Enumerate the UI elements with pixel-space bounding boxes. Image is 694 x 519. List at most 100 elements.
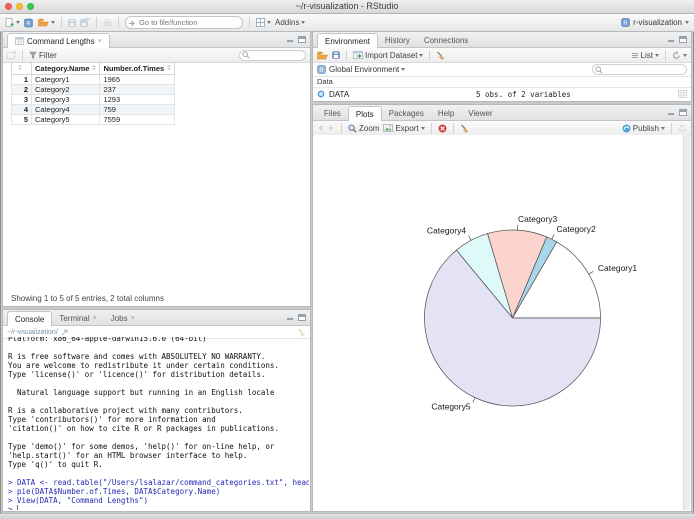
pie-label-tick (469, 236, 472, 241)
tab-command-lengths[interactable]: Command Lengths × (7, 33, 110, 48)
panes-grid-icon (256, 18, 265, 27)
panes-layout-button[interactable] (256, 18, 271, 27)
toolbar-separator (346, 50, 347, 61)
plot-scroll-gutter[interactable] (683, 135, 690, 510)
remove-plot-button[interactable] (438, 124, 447, 133)
tab-files[interactable]: Files (317, 107, 348, 120)
project-menu-button[interactable]: R r-visualization (621, 18, 689, 27)
console-line: Type 'demo()' for some demos, 'help()' f… (8, 442, 305, 451)
row-number: 2 (12, 85, 32, 95)
maximize-pane-button[interactable] (679, 36, 687, 43)
tab-connections[interactable]: Connections (417, 34, 475, 47)
save-all-button[interactable] (80, 18, 90, 27)
load-workspace-button[interactable] (317, 51, 328, 60)
maximize-pane-button[interactable] (298, 36, 306, 43)
column-header-times[interactable]: Number.of.Times (100, 63, 175, 75)
publish-button[interactable]: Publish (622, 124, 665, 133)
tab-viewer[interactable]: Viewer (461, 107, 499, 120)
environment-object-row[interactable]: DATA 5 obs. of 2 variables (313, 88, 691, 100)
clear-all-plots-button[interactable] (460, 124, 469, 133)
clear-environment-button[interactable] (436, 51, 445, 60)
table-row[interactable]: 3Category31293 (12, 95, 175, 105)
minimize-pane-button[interactable] (286, 314, 294, 321)
r-project-icon: R (621, 18, 630, 27)
publish-icon (622, 124, 631, 133)
cell-number-of-times: 237 (100, 85, 175, 95)
toolbar-separator (61, 17, 62, 28)
toolbar-separator (431, 123, 432, 134)
project-name: r-visualization (633, 18, 682, 27)
cell-category-name: Category1 (32, 75, 100, 85)
console-line: You are welcome to redistribute it under… (8, 361, 305, 370)
titlebar: ~/r-visualization - RStudio (0, 0, 694, 14)
tab-jobs[interactable]: Jobs× (104, 312, 142, 325)
table-row[interactable]: 5Category57559 (12, 115, 175, 125)
maximize-pane-button[interactable] (679, 109, 687, 116)
import-dataset-button[interactable]: Import Dataset (353, 51, 423, 60)
filter-button[interactable]: Filter (29, 51, 57, 60)
goto-directory-icon[interactable] (61, 329, 68, 336)
export-plot-button[interactable]: Export (383, 124, 424, 133)
new-file-button[interactable] (5, 18, 20, 28)
close-window-button[interactable] (5, 3, 12, 10)
save-button[interactable] (68, 19, 76, 27)
svg-text:R: R (319, 68, 324, 74)
goto-file-search (125, 16, 243, 29)
popout-icon (7, 51, 16, 59)
zoom-magnifier-icon (348, 124, 357, 133)
data-frame-icon (15, 37, 24, 45)
toolbar-separator (341, 123, 342, 134)
table-row[interactable]: 2Category2237 (12, 85, 175, 95)
console-line (8, 397, 305, 406)
viewer-status-text: Showing 1 to 5 of 5 entries, 2 total col… (11, 294, 164, 303)
close-icon[interactable]: × (98, 38, 102, 45)
tab-environment[interactable]: Environment (317, 33, 378, 48)
tab-packages[interactable]: Packages (382, 107, 431, 120)
table-row[interactable]: 1Category11965 (12, 75, 175, 85)
tab-plots[interactable]: Plots (348, 106, 382, 121)
plot-canvas[interactable]: Category1Category2Category3Category4Cate… (314, 135, 690, 510)
refresh-plot-button[interactable] (678, 124, 687, 133)
data-object-icon (317, 90, 325, 98)
print-button[interactable] (103, 19, 112, 27)
goto-file-input[interactable] (125, 16, 243, 29)
previous-plot-button[interactable] (317, 124, 324, 132)
tab-terminal[interactable]: Terminal× (52, 312, 103, 325)
tab-console[interactable]: Console (7, 311, 52, 326)
console-line: > pie(DATA$Number.of.Times, DATA$Categor… (8, 487, 305, 496)
zoom-window-button[interactable] (27, 3, 34, 10)
minimize-window-button[interactable] (16, 3, 23, 10)
list-view-button[interactable]: List (631, 51, 659, 60)
remove-plot-icon (438, 124, 447, 133)
minimize-pane-button[interactable] (286, 36, 294, 43)
view-table-icon[interactable] (678, 90, 687, 98)
minimize-pane-button[interactable] (667, 36, 675, 43)
scope-selector[interactable]: Global Environment (329, 65, 405, 74)
column-header-name[interactable]: Category.Name (32, 63, 100, 75)
refresh-environment-button[interactable] (672, 51, 687, 60)
maximize-pane-button[interactable] (298, 314, 306, 321)
minimize-pane-button[interactable] (667, 109, 675, 116)
cell-number-of-times: 1293 (100, 95, 175, 105)
clear-console-icon[interactable] (297, 328, 306, 337)
next-plot-button[interactable] (328, 124, 335, 132)
environment-search-input[interactable] (592, 64, 687, 75)
window-title: ~/r-visualization - RStudio (0, 0, 694, 13)
console-line (8, 469, 305, 478)
print-icon (103, 19, 112, 27)
export-image-icon (383, 124, 393, 132)
addins-button[interactable]: Addins (275, 18, 305, 27)
open-file-button[interactable] (38, 18, 55, 27)
open-in-new-window-button[interactable] (7, 51, 16, 59)
tab-help[interactable]: Help (431, 107, 461, 120)
zoom-plot-button[interactable]: Zoom (348, 124, 379, 133)
table-row[interactable]: 4Category4759 (12, 105, 175, 115)
save-workspace-button[interactable] (332, 51, 340, 59)
row-number-header[interactable] (12, 63, 32, 75)
new-project-button[interactable]: R (24, 18, 34, 28)
chevron-down-icon (655, 54, 659, 57)
console-output[interactable]: Platform: x86_64-apple-darwin15.6.0 (64-… (4, 337, 309, 510)
console-line: R is free software and comes with ABSOLU… (8, 352, 305, 361)
tab-history[interactable]: History (378, 34, 417, 47)
chevron-down-icon (419, 54, 423, 57)
